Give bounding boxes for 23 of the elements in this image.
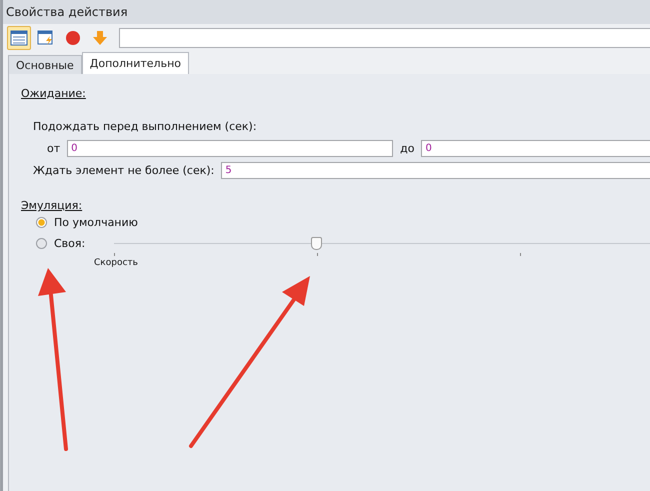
section-heading: Ожидание: bbox=[21, 87, 86, 100]
radio-button[interactable] bbox=[36, 238, 47, 249]
table-icon bbox=[10, 30, 28, 46]
field-label: до bbox=[400, 142, 414, 155]
window-lightning-icon bbox=[37, 30, 55, 46]
field-label: от bbox=[47, 142, 60, 155]
slider-label: Скорость bbox=[94, 258, 138, 268]
down-arrow-icon bbox=[91, 30, 109, 46]
window-title: Свойства действия bbox=[6, 5, 128, 19]
circle-icon bbox=[64, 30, 82, 46]
tab[interactable]: Основные bbox=[8, 55, 82, 74]
field-label: Подождать перед выполнением (сек): bbox=[33, 120, 258, 133]
tab[interactable]: Дополнительно bbox=[82, 52, 189, 74]
radio-label: По умолчанию bbox=[54, 216, 138, 229]
radio-label: Своя: bbox=[54, 237, 86, 250]
input-field[interactable]: 0 bbox=[421, 140, 650, 157]
field-label: Ждать элемент не более (сек): bbox=[33, 164, 214, 177]
section-heading: Эмуляция: bbox=[21, 199, 82, 212]
input-field[interactable]: 5 bbox=[221, 162, 650, 179]
radio-button[interactable] bbox=[36, 217, 47, 228]
input-field[interactable]: 0 bbox=[67, 140, 394, 157]
slider-thumb[interactable] bbox=[311, 236, 322, 250]
toolbar-button[interactable] bbox=[7, 26, 31, 50]
